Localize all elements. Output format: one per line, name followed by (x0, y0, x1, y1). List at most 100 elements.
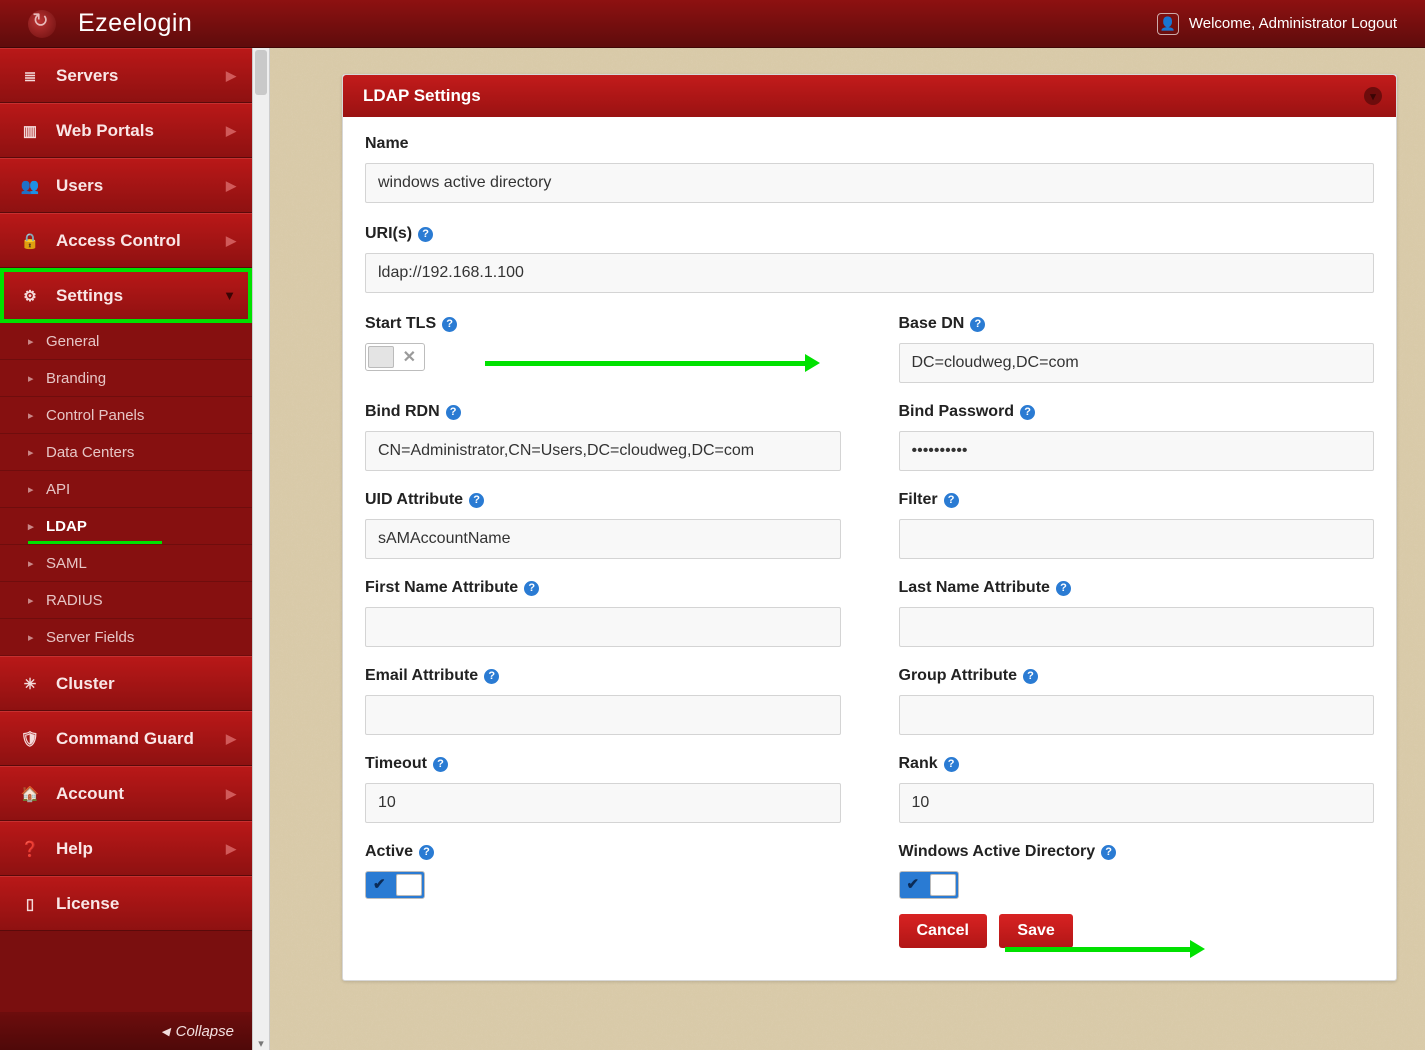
chevron-right-icon: ▶ (226, 233, 236, 249)
rank-input[interactable] (899, 783, 1375, 823)
nav-label: License (56, 894, 119, 914)
label-bind-password: Bind Password (899, 403, 1015, 421)
nav-label: Access Control (56, 231, 181, 251)
label-name: Name (365, 135, 409, 153)
nav-account[interactable]: 🏠 Account ▶ (0, 766, 252, 821)
settings-submenu: General Branding Control Panels Data Cen… (0, 323, 252, 656)
nav-users[interactable]: 👥 Users ▶ (0, 158, 252, 213)
app-brand: Ezeelogin (78, 9, 192, 38)
start-tls-toggle[interactable]: ✕ (365, 343, 425, 371)
help-icon[interactable]: ? (944, 757, 959, 772)
sub-label: General (46, 333, 99, 350)
sub-label: Server Fields (46, 629, 134, 646)
nav-label: Cluster (56, 674, 115, 694)
sub-radius[interactable]: RADIUS (0, 582, 252, 619)
help-icon[interactable]: ? (484, 669, 499, 684)
label-last-name-attr: Last Name Attribute (899, 579, 1050, 597)
active-toggle[interactable]: ✔ (365, 871, 425, 899)
sub-label: Branding (46, 370, 106, 387)
help-icon[interactable]: ? (1101, 845, 1116, 860)
save-button[interactable]: Save (999, 914, 1072, 948)
help-icon[interactable]: ? (469, 493, 484, 508)
label-bind-rdn: Bind RDN (365, 403, 440, 421)
label-uid-attr: UID Attribute (365, 491, 463, 509)
shield-icon: 🛡 (20, 730, 40, 748)
home-icon: 🏠 (20, 785, 40, 803)
chevron-right-icon: ▶ (226, 68, 236, 84)
bind-rdn-input[interactable] (365, 431, 841, 471)
help-icon[interactable]: ? (442, 317, 457, 332)
sub-data-centers[interactable]: Data Centers (0, 434, 252, 471)
help-icon[interactable]: ? (944, 493, 959, 508)
chevron-right-icon: ▶ (226, 123, 236, 139)
nav-settings[interactable]: ⚙ Settings ▼ (0, 268, 252, 323)
scroll-down-icon: ▾ (253, 1037, 269, 1050)
sidebar-scrollbar[interactable]: ▴ ▾ (252, 48, 270, 1050)
help-icon[interactable]: ? (1020, 405, 1035, 420)
help-icon: ❓ (20, 840, 40, 858)
cancel-button[interactable]: Cancel (899, 914, 987, 948)
nav-label: Servers (56, 66, 118, 86)
help-icon[interactable]: ? (418, 227, 433, 242)
annotation-arrow (1005, 947, 1200, 952)
last-name-attr-input[interactable] (899, 607, 1375, 647)
label-timeout: Timeout (365, 755, 427, 773)
uid-attr-input[interactable] (365, 519, 841, 559)
nav-help[interactable]: ❓ Help ▶ (0, 821, 252, 876)
sub-api[interactable]: API (0, 471, 252, 508)
sub-control-panels[interactable]: Control Panels (0, 397, 252, 434)
cluster-icon: ✳ (20, 675, 40, 693)
collapse-label: Collapse (176, 1023, 234, 1040)
sub-general[interactable]: General (0, 323, 252, 360)
sub-label: SAML (46, 555, 87, 572)
nav-label: Account (56, 784, 124, 804)
first-name-attr-input[interactable] (365, 607, 841, 647)
nav-web-portals[interactable]: ▥ Web Portals ▶ (0, 103, 252, 158)
timeout-input[interactable] (365, 783, 841, 823)
help-icon[interactable]: ? (446, 405, 461, 420)
label-win-ad: Windows Active Directory (899, 843, 1096, 861)
chevron-right-icon: ▶ (226, 731, 236, 747)
help-icon[interactable]: ? (1023, 669, 1038, 684)
welcome-text[interactable]: Welcome, Administrator Logout (1189, 15, 1397, 32)
help-icon[interactable]: ? (970, 317, 985, 332)
sub-label: LDAP (46, 518, 87, 535)
nav-license[interactable]: ▯ License (0, 876, 252, 931)
nav-servers[interactable]: ≣ Servers ▶ (0, 48, 252, 103)
sidebar: ≣ Servers ▶ ▥ Web Portals ▶ 👥 Users ▶ 🔒 … (0, 48, 252, 1050)
nav-label: Settings (56, 286, 123, 306)
sub-ldap[interactable]: LDAP (0, 508, 252, 545)
gear-icon: ⚙ (20, 287, 40, 305)
nav-command-guard[interactable]: 🛡 Command Guard ▶ (0, 711, 252, 766)
bind-password-input[interactable] (899, 431, 1375, 471)
help-icon[interactable]: ? (433, 757, 448, 772)
win-ad-toggle[interactable]: ✔ (899, 871, 959, 899)
sub-saml[interactable]: SAML (0, 545, 252, 582)
label-base-dn: Base DN (899, 315, 965, 333)
chevron-right-icon: ▶ (226, 178, 236, 194)
label-rank: Rank (899, 755, 938, 773)
sub-branding[interactable]: Branding (0, 360, 252, 397)
panel-collapse-icon[interactable]: ▾ (1364, 87, 1382, 105)
filter-input[interactable] (899, 519, 1375, 559)
sub-label: API (46, 481, 70, 498)
name-input[interactable] (365, 163, 1374, 203)
nav-label: Command Guard (56, 729, 194, 749)
nav-label: Users (56, 176, 103, 196)
nav-cluster[interactable]: ✳ Cluster (0, 656, 252, 711)
scrollbar-thumb[interactable] (255, 50, 267, 95)
help-icon[interactable]: ? (524, 581, 539, 596)
label-start-tls: Start TLS (365, 315, 436, 333)
collapse-icon: ◀ (161, 1025, 169, 1038)
base-dn-input[interactable] (899, 343, 1375, 383)
app-logo-icon (28, 10, 56, 38)
email-attr-input[interactable] (365, 695, 841, 735)
user-icon: 👤 (1157, 13, 1179, 35)
sub-server-fields[interactable]: Server Fields (0, 619, 252, 656)
uris-input[interactable] (365, 253, 1374, 293)
help-icon[interactable]: ? (1056, 581, 1071, 596)
nav-access-control[interactable]: 🔒 Access Control ▶ (0, 213, 252, 268)
collapse-sidebar[interactable]: ◀ Collapse (0, 1012, 252, 1050)
help-icon[interactable]: ? (419, 845, 434, 860)
group-attr-input[interactable] (899, 695, 1375, 735)
